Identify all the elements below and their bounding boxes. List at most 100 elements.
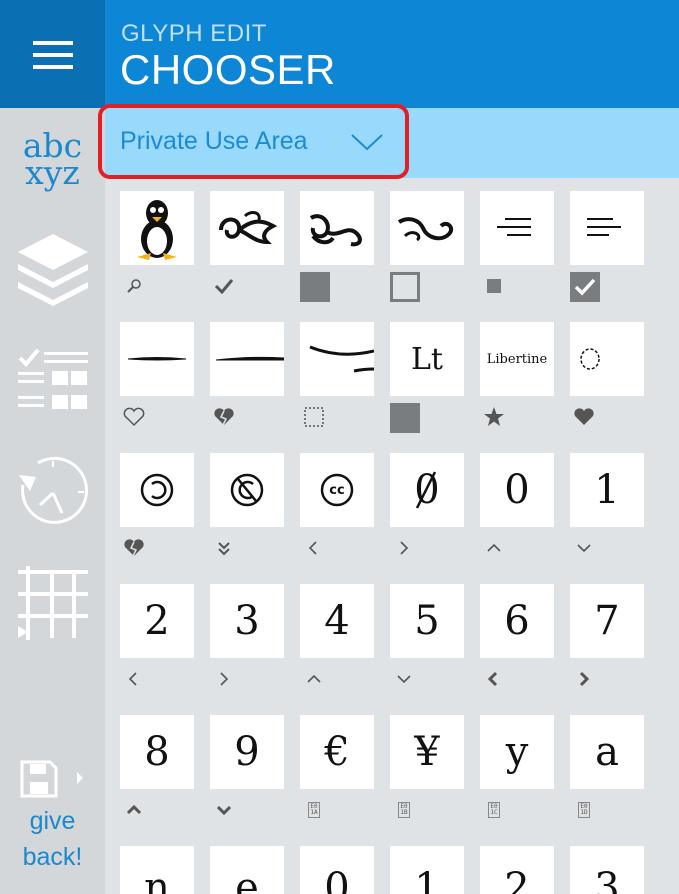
chevron-down-icon	[392, 667, 416, 691]
glyph-cell[interactable]	[300, 191, 374, 265]
glyph-char: 1	[414, 865, 440, 894]
glyph-char: 3	[234, 598, 260, 644]
glyph-cell[interactable]: Lt	[390, 322, 464, 396]
glyph-cell[interactable]: e	[210, 846, 284, 894]
glyph-char: 0	[504, 467, 530, 513]
chevron-right-icon	[392, 536, 416, 560]
glyph-cell[interactable]	[210, 322, 284, 396]
chevron-left-icon	[122, 667, 146, 691]
glyph-cell[interactable]: 5	[390, 584, 464, 658]
glyph-cell[interactable]: Libertine	[480, 322, 554, 396]
checked-box-icon	[570, 272, 600, 302]
glyph-char: 8	[144, 729, 170, 775]
glyph-char: 0	[414, 470, 439, 510]
glyph-cell[interactable]: 6	[480, 584, 554, 658]
heart-outline-icon	[122, 405, 146, 429]
glyph-cell[interactable]: 7	[570, 584, 644, 658]
glyph-cell[interactable]	[120, 453, 194, 527]
menu-button[interactable]	[0, 0, 105, 108]
glyph-char: €	[324, 729, 350, 775]
empty-square-icon	[390, 272, 420, 302]
glyph-cell[interactable]	[480, 191, 554, 265]
glyph-cell[interactable]	[210, 453, 284, 527]
glyph-cell[interactable]: 9	[210, 715, 284, 789]
glyph-cell[interactable]: cc	[300, 453, 374, 527]
glyph-cell[interactable]: 4	[300, 584, 374, 658]
lines-right-glyph	[497, 218, 531, 236]
glyph-cell[interactable]: a	[570, 715, 644, 789]
chevron-up-icon	[302, 667, 326, 691]
glyph-char: 4	[324, 598, 350, 644]
glyph-cell[interactable]	[300, 322, 374, 396]
glyph-char: 6	[504, 598, 530, 644]
glyph-cell[interactable]	[570, 322, 644, 396]
glyph-char: 9	[234, 729, 260, 775]
rule-long-glyph	[215, 356, 284, 361]
hamburger-icon	[33, 41, 73, 69]
glyph-cell[interactable]: 3	[210, 584, 284, 658]
glyph-char: n	[144, 865, 170, 894]
glyph-cell[interactable]	[570, 191, 644, 265]
flourish1-glyph	[219, 211, 278, 245]
lt-ligature-glyph: Lt	[411, 341, 443, 377]
rule-wave-glyph	[309, 345, 374, 373]
dotted-square-icon	[302, 405, 326, 429]
glyph-cell[interactable]	[120, 322, 194, 396]
give-back-link[interactable]: give back!	[0, 803, 105, 875]
codepoint-label: E0 1B	[392, 798, 416, 822]
glyph-cell[interactable]	[120, 191, 194, 265]
unicode-range-select[interactable]: Private Use Area	[120, 127, 308, 156]
glyph-cell[interactable]: 2	[480, 846, 554, 894]
save-icon[interactable]	[20, 760, 90, 800]
chevron-left-icon	[302, 536, 326, 560]
small-square-icon	[482, 274, 506, 298]
checklist-icon[interactable]	[0, 346, 105, 416]
glyph-cell[interactable]: ¥	[390, 715, 464, 789]
xyz-text: xyz	[25, 153, 80, 192]
glyph-char: 0	[324, 865, 350, 894]
codepoint-label: E0 1C	[482, 798, 506, 822]
glyph-cell[interactable]: 0	[480, 453, 554, 527]
lines-left-glyph	[587, 218, 621, 236]
codepoint-text: E0 1A	[308, 802, 320, 818]
double-chevron-down-icon	[212, 536, 236, 560]
glyph-cell[interactable]: n	[120, 846, 194, 894]
filled-square-icon	[300, 272, 330, 302]
no-copyright-glyph	[230, 473, 264, 507]
glyph-char: 2	[504, 865, 530, 894]
glyph-char: y	[505, 729, 529, 775]
checkmark-icon	[212, 274, 236, 298]
character-set-icon[interactable]: abc xyz	[0, 128, 105, 190]
give-text: give	[29, 807, 76, 835]
codepoint-label: E0 1A	[302, 798, 326, 822]
glyph-char: ¥	[414, 729, 440, 775]
glyph-cell[interactable]	[210, 191, 284, 265]
bold-chevron-up-icon	[122, 798, 146, 822]
glyph-cell[interactable]	[390, 191, 464, 265]
chevron-down-icon[interactable]	[350, 132, 384, 152]
layers-icon[interactable]	[0, 232, 105, 308]
glyph-char: 2	[144, 598, 170, 644]
glyph-cell[interactable]: y	[480, 715, 554, 789]
glyph-cell[interactable]: 2	[120, 584, 194, 658]
glyph-char: 3	[594, 865, 620, 894]
glyph-cell[interactable]: 1	[390, 846, 464, 894]
glyph-cell[interactable]: 0	[390, 453, 464, 527]
history-clock-icon[interactable]	[0, 455, 105, 529]
glyph-cell[interactable]: 3	[570, 846, 644, 894]
bold-chevron-right-icon	[572, 667, 596, 691]
glyph-cell[interactable]: 1	[570, 453, 644, 527]
cc-letters: cc	[329, 482, 345, 498]
copyleft-glyph	[140, 473, 174, 507]
chevron-right-icon	[212, 667, 236, 691]
flourish2-glyph	[309, 214, 362, 247]
chevron-up-icon	[482, 536, 506, 560]
flourish3-glyph	[397, 217, 454, 242]
glyph-cell[interactable]: 0	[300, 846, 374, 894]
codepoint-text: E0 1C	[488, 802, 500, 818]
glyph-cell[interactable]: 8	[120, 715, 194, 789]
header-subtitle: GLYPH EDIT	[121, 20, 267, 47]
glyph-cell[interactable]: €	[300, 715, 374, 789]
page-title: CHOOSER	[120, 46, 336, 93]
grid-metrics-icon[interactable]	[0, 566, 105, 640]
